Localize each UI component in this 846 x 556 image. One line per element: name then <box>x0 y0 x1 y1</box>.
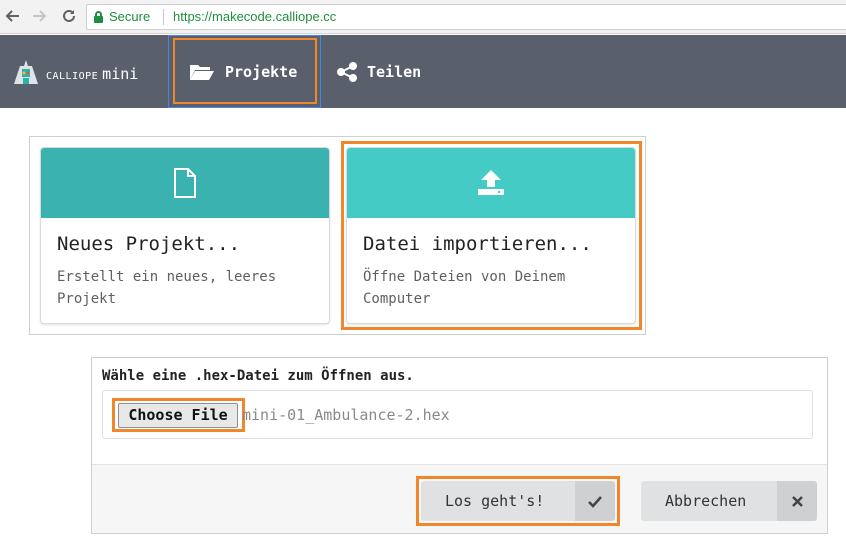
card-header <box>41 148 329 218</box>
menu-projekte[interactable]: Projekte <box>168 35 321 108</box>
cancel-button-label: Abbrechen <box>665 492 747 510</box>
menu-teilen-label: Teilen <box>367 62 422 81</box>
confirm-button[interactable]: Los geht's! <box>421 481 615 521</box>
forward-arrow-icon[interactable] <box>30 7 48 25</box>
new-project-card[interactable]: Neues Projekt... Erstellt ein neues, lee… <box>40 147 330 324</box>
logo-product: mini <box>102 65 139 83</box>
upload-icon <box>478 170 504 195</box>
close-icon <box>777 481 817 521</box>
card-title: Neues Projekt... <box>57 233 241 255</box>
calliope-logo-icon[interactable] <box>12 60 40 84</box>
browser-toolbar: Secure https://makecode.calliope.cc <box>0 0 846 34</box>
project-cards-panel: Neues Projekt... Erstellt ein neues, lee… <box>29 136 646 335</box>
card-title: Datei importieren... <box>363 233 592 255</box>
card-header <box>347 148 635 218</box>
folder-open-icon <box>189 63 215 81</box>
import-file-card[interactable]: Datei importieren... Öffne Dateien von D… <box>346 147 636 324</box>
cancel-button[interactable]: Abbrechen <box>641 481 817 521</box>
confirm-button-label: Los geht's! <box>445 492 545 510</box>
checkmark-icon <box>575 481 615 521</box>
file-icon <box>174 168 196 198</box>
back-arrow-icon[interactable] <box>4 7 22 25</box>
address-bar[interactable]: Secure https://makecode.calliope.cc <box>86 4 846 30</box>
app-logo-text[interactable]: CALLIOPE mini <box>46 64 138 83</box>
dialog-footer: Los geht's! Abbrechen <box>92 464 827 533</box>
card-description: Öffne Dateien von Deinem Computer <box>363 269 566 307</box>
share-icon <box>336 62 358 82</box>
address-separator <box>163 9 164 25</box>
logo-brand: CALLIOPE <box>46 71 99 82</box>
url-text[interactable]: https://makecode.calliope.cc <box>173 9 336 24</box>
dialog-prompt: Wähle eine .hex-Datei zum Öffnen aus. <box>102 368 414 384</box>
selected-file-name: mini-01_Ambulance-2.hex <box>242 406 450 424</box>
app-header: CALLIOPE mini Projekte Teilen <box>0 35 846 108</box>
secure-label: Secure <box>109 9 151 24</box>
reload-icon[interactable] <box>60 7 78 25</box>
card-description: Erstellt ein neues, leeres Projekt <box>57 269 277 307</box>
import-dialog: Wähle eine .hex-Datei zum Öffnen aus. Ch… <box>91 357 828 534</box>
choose-file-button[interactable]: Choose File <box>118 403 238 428</box>
lock-icon <box>94 11 103 23</box>
menu-projekte-label: Projekte <box>225 63 298 81</box>
